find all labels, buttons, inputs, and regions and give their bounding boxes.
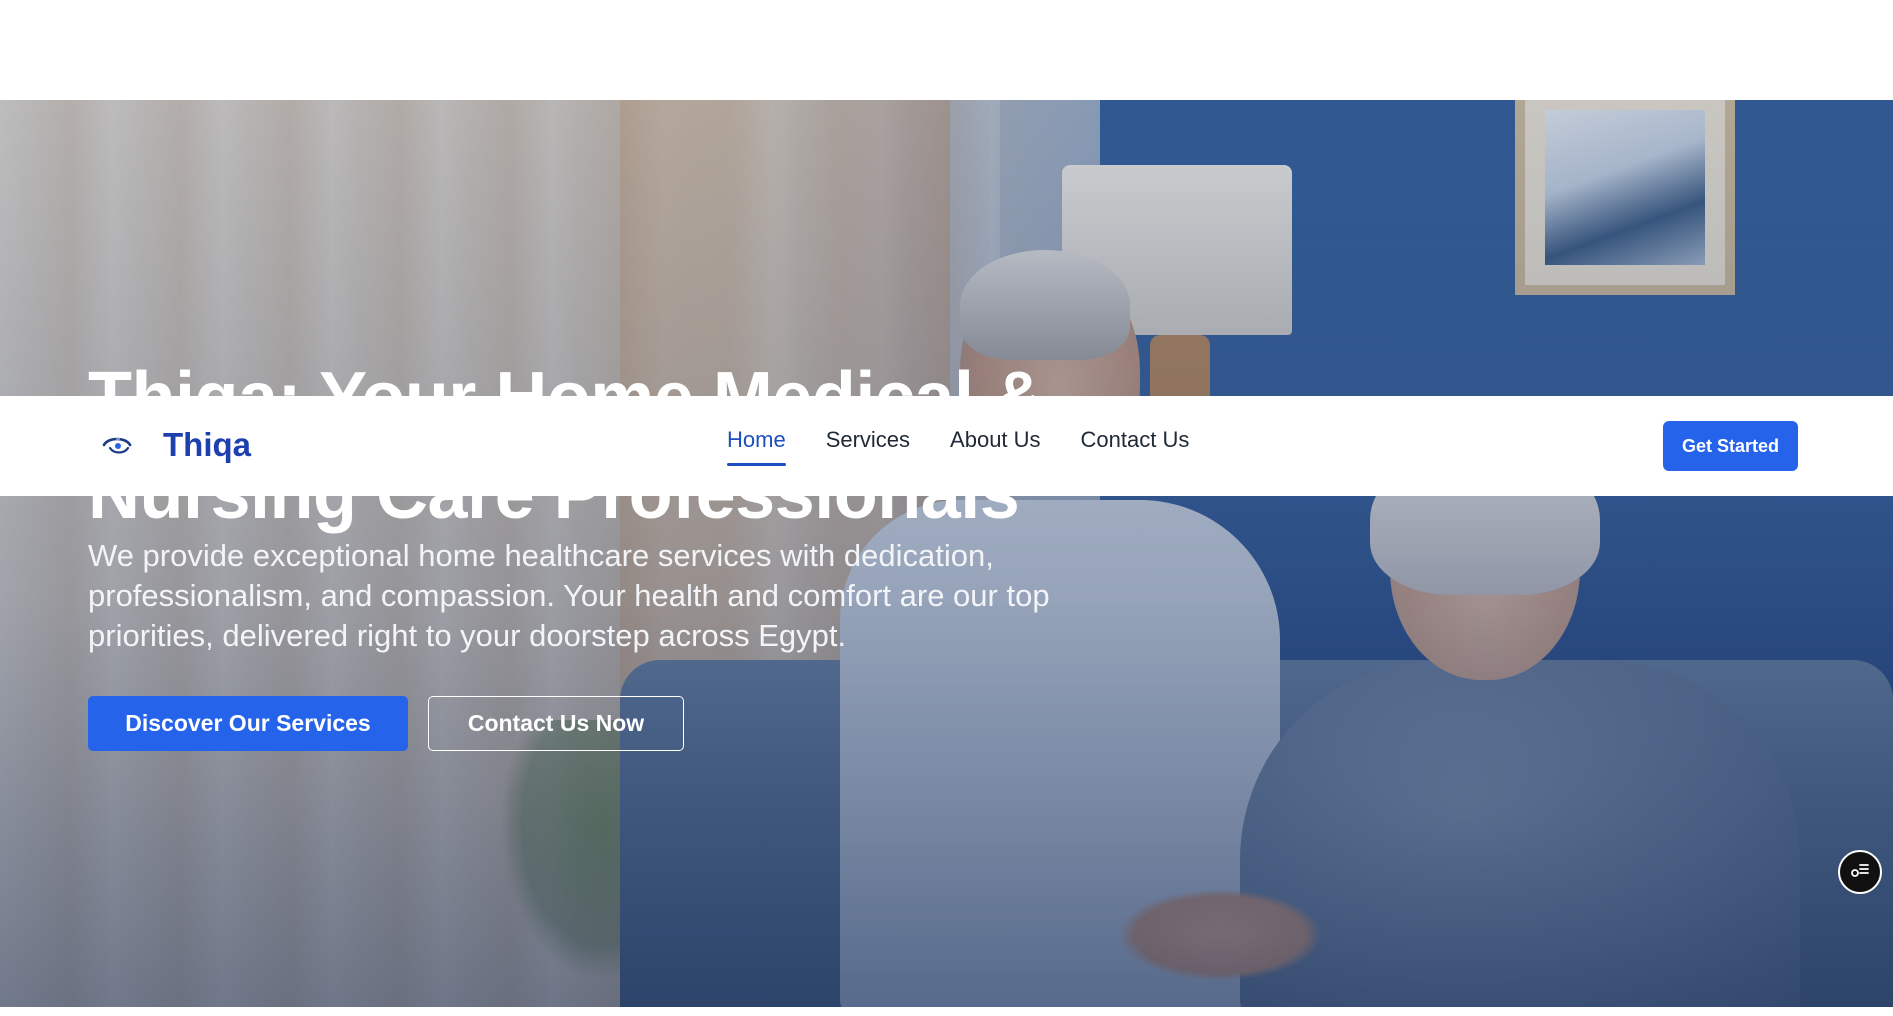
page: Thiqa: Your Home Medical & Nursing Care … <box>0 0 1893 1016</box>
discover-services-button[interactable]: Discover Our Services <box>88 696 408 751</box>
get-started-button[interactable]: Get Started <box>1663 421 1798 471</box>
hero-content: Thiqa: Your Home Medical & Nursing Care … <box>88 100 1188 1007</box>
nav-link-services[interactable]: Services <box>826 426 910 466</box>
hero-section: Thiqa: Your Home Medical & Nursing Care … <box>0 100 1893 1007</box>
hero-description: We provide exceptional home healthcare s… <box>88 538 1050 653</box>
navbar: Thiqa Home Services About Us Contact Us … <box>0 396 1893 496</box>
accessibility-settings-button[interactable] <box>1838 850 1882 894</box>
nav-link-home[interactable]: Home <box>727 426 786 466</box>
accessibility-settings-icon <box>1849 859 1871 886</box>
brand-name[interactable]: Thiqa <box>163 426 251 464</box>
contact-us-now-button[interactable]: Contact Us Now <box>428 696 684 751</box>
nav-link-contact-us[interactable]: Contact Us <box>1081 426 1190 466</box>
thiqa-logo-icon[interactable] <box>100 428 134 462</box>
nav-link-about-us[interactable]: About Us <box>950 426 1041 466</box>
nav-links: Home Services About Us Contact Us <box>727 426 1189 466</box>
